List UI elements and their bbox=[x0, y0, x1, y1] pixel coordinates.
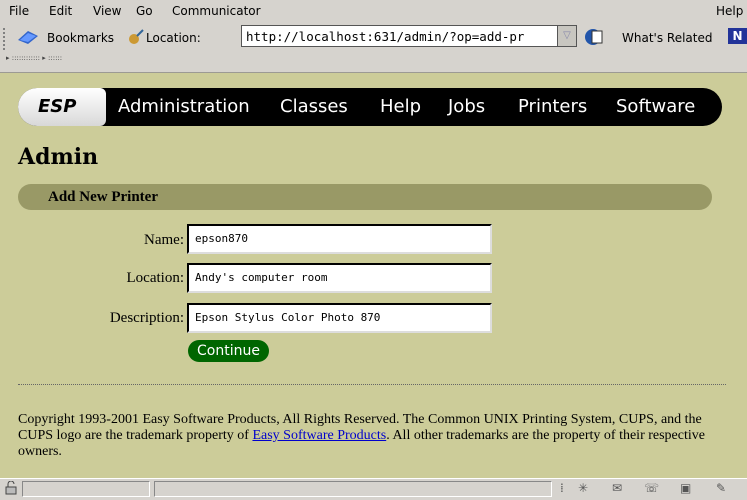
composer-icon[interactable]: ▣ bbox=[680, 481, 691, 495]
section-header: Add New Printer bbox=[18, 184, 712, 210]
description-field[interactable]: Epson Stylus Color Photo 870 bbox=[187, 303, 492, 333]
nav-administration[interactable]: Administration bbox=[118, 96, 250, 117]
footer-copyright: Copyright 1993-2001 Easy Software Produc… bbox=[18, 412, 718, 460]
menu-view[interactable]: View bbox=[93, 4, 121, 18]
status-bar: ⁞ ✳ ✉ ☏ ▣ ✎ bbox=[0, 478, 747, 500]
menu-communicator[interactable]: Communicator bbox=[172, 4, 261, 18]
nav-software[interactable]: Software bbox=[616, 96, 695, 117]
name-label: Name: bbox=[144, 232, 184, 248]
security-lock-icon[interactable] bbox=[4, 480, 18, 498]
mail-icon[interactable]: ✉ bbox=[612, 481, 622, 495]
menu-edit[interactable]: Edit bbox=[49, 4, 72, 18]
newsgroups-icon[interactable]: ☏ bbox=[644, 481, 659, 495]
continue-button[interactable]: Continue bbox=[188, 340, 269, 362]
bookmarks-button[interactable]: Bookmarks bbox=[47, 31, 114, 45]
esp-nav-bar: ESP Administration Classes Help Jobs Pri… bbox=[18, 88, 722, 126]
status-progress bbox=[22, 481, 150, 497]
footer-link[interactable]: Easy Software Products bbox=[252, 428, 386, 443]
nav-printers[interactable]: Printers bbox=[518, 96, 587, 117]
toolbar-grip[interactable] bbox=[3, 28, 10, 50]
description-label: Description: bbox=[109, 310, 184, 326]
location-field-label: Location: bbox=[126, 270, 184, 286]
nav-help[interactable]: Help bbox=[380, 96, 421, 117]
bookmarks-icon[interactable] bbox=[16, 28, 42, 49]
nav-jobs[interactable]: Jobs bbox=[448, 96, 485, 117]
menu-file[interactable]: File bbox=[9, 4, 29, 18]
netscape-logo-icon[interactable]: N bbox=[728, 28, 747, 44]
menu-help[interactable]: Help bbox=[716, 4, 743, 18]
location-field[interactable]: Andy's computer room bbox=[187, 263, 492, 293]
menu-go[interactable]: Go bbox=[136, 4, 153, 18]
page-title: Admin bbox=[18, 144, 99, 170]
location-toolbar: Bookmarks Location: http://localhost:631… bbox=[0, 22, 747, 73]
esp-logo[interactable]: ESP bbox=[18, 88, 106, 126]
location-dropdown-icon[interactable]: ▽ bbox=[557, 25, 577, 47]
name-field[interactable]: epson870 bbox=[187, 224, 492, 254]
menu-bar: File Edit View Go Communicator Help bbox=[0, 0, 747, 23]
whats-related-icon[interactable] bbox=[584, 27, 606, 50]
nav-classes[interactable]: Classes bbox=[280, 96, 348, 117]
location-icon[interactable] bbox=[127, 28, 145, 49]
section-title: Add New Printer bbox=[48, 189, 158, 205]
whats-related-button[interactable]: What's Related bbox=[622, 31, 712, 45]
navigator-icon[interactable]: ✳ bbox=[578, 481, 588, 495]
location-input[interactable]: http://localhost:631/admin/?op=add-pr bbox=[241, 25, 557, 47]
status-text bbox=[154, 481, 552, 497]
component-grip-icon[interactable]: ⁞ bbox=[560, 481, 564, 495]
toolbar-tabs-icon[interactable]: ▸ :::::::::::: ▸ :::::: bbox=[6, 54, 62, 62]
divider bbox=[18, 384, 726, 385]
address-book-icon[interactable]: ✎ bbox=[716, 481, 726, 495]
location-label: Location: bbox=[146, 31, 201, 45]
